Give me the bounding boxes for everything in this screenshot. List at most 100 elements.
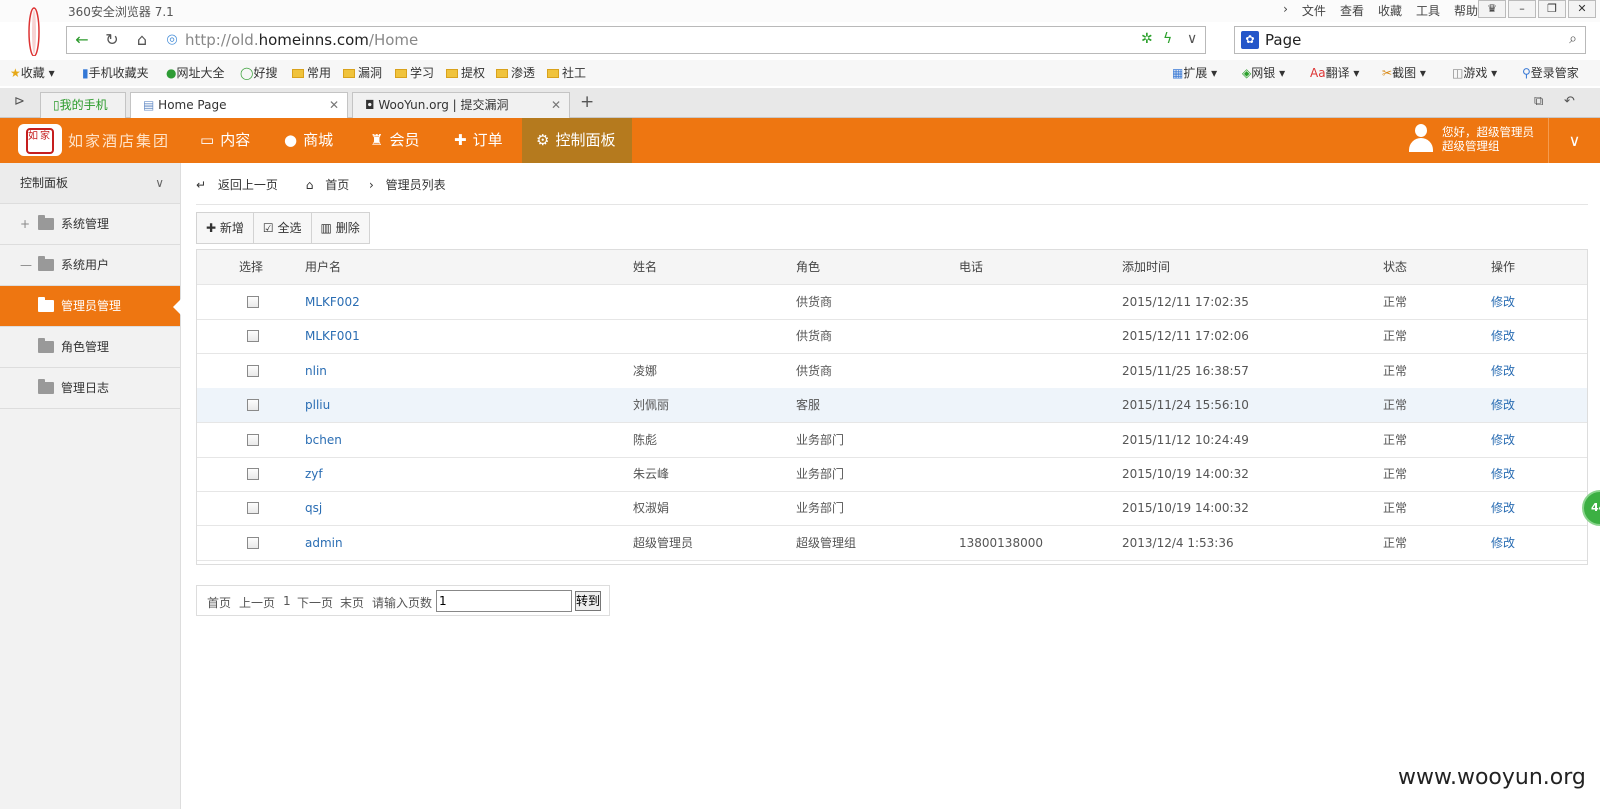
back-arrow-icon[interactable]: ← [67, 27, 97, 53]
table-row: MLKF002 供货商 2015/12/11 17:02:35 正常 修改 [197, 285, 1587, 320]
row-checkbox[interactable] [247, 330, 259, 343]
edit-link[interactable]: 修改 [1491, 423, 1515, 457]
edit-link[interactable]: 修改 [1491, 526, 1515, 560]
menu-file[interactable]: 文件 [1302, 2, 1326, 19]
speed-mode-icon[interactable]: ✲ [1141, 31, 1153, 47]
new-tab-icon[interactable]: + [580, 92, 594, 112]
restore-tabs-icon[interactable]: ⧉ [1534, 94, 1543, 109]
sidebar-item-role-management[interactable]: 角色管理 [0, 327, 180, 368]
bookmark-folder-social[interactable]: 社工 [547, 64, 586, 81]
home-icon[interactable]: ⌂ [127, 27, 157, 53]
nav-control-panel[interactable]: ⚙ 控制面板 [522, 118, 632, 163]
cell-username[interactable]: admin [305, 526, 343, 560]
maximize-button[interactable]: ❐ [1538, 0, 1566, 18]
tab-home-page[interactable]: ▤ Home Page ✕ [130, 92, 348, 119]
page-number-input[interactable] [436, 590, 572, 612]
edit-link[interactable]: 修改 [1491, 491, 1515, 525]
close-tab-icon[interactable]: ✕ [551, 93, 561, 117]
tab-my-phone[interactable]: ▯我的手机 [40, 92, 126, 118]
sidebar-item-admin-management[interactable]: 管理员管理 [0, 286, 181, 327]
row-checkbox[interactable] [247, 296, 259, 308]
nav-content[interactable]: ▭ 内容 [186, 118, 264, 163]
bookmark-favorites[interactable]: ★收藏 ▾ [10, 64, 55, 81]
cell-username[interactable]: MLKF001 [305, 319, 360, 353]
chevron-down-icon[interactable]: ∨ [1548, 118, 1600, 163]
lightning-icon[interactable]: ϟ [1163, 31, 1172, 47]
cell-role: 业务部门 [796, 501, 845, 516]
url-dropdown-icon[interactable]: ∨ [1187, 31, 1197, 47]
cell-username[interactable]: MLKF002 [305, 285, 360, 319]
bookmark-folder-privesc[interactable]: 提权 [446, 64, 485, 81]
cell-name: 朱云峰 [633, 467, 670, 481]
bookmark-folder-study[interactable]: 学习 [395, 64, 434, 81]
toolbar-screenshot[interactable]: ✂截图 ▾ [1382, 64, 1426, 81]
pager-prev[interactable]: 上一页 [239, 594, 275, 611]
refresh-icon[interactable]: ↻ [97, 27, 127, 53]
cell-username[interactable]: plliu [305, 388, 330, 422]
menu-expand-icon[interactable]: › [1283, 2, 1288, 19]
edit-link[interactable]: 修改 [1491, 319, 1515, 353]
toolbar-translate[interactable]: Aa翻译 ▾ [1310, 64, 1359, 81]
site-info-icon[interactable]: ◎ [157, 27, 187, 53]
go-button[interactable]: 转到 [575, 591, 601, 611]
cell-username[interactable]: nlin [305, 354, 327, 388]
pager-first[interactable]: 首页 [207, 594, 231, 611]
pager-next[interactable]: 下一页 [297, 594, 333, 611]
close-window-button[interactable]: ✕ [1568, 0, 1596, 18]
nav-orders[interactable]: ✚ 订单 [440, 118, 517, 163]
search-box[interactable]: ✿ Page ⌕ [1234, 26, 1586, 54]
bookmark-folder-vuln[interactable]: 漏洞 [343, 64, 382, 81]
row-checkbox[interactable] [247, 433, 259, 446]
folder-icon [547, 69, 559, 78]
toolbar-ebank[interactable]: ◈网银 ▾ [1242, 64, 1285, 81]
sidebar-item-system-users[interactable]: — 系统用户 [0, 245, 180, 286]
back-link[interactable]: ↵ 返回上一页 [196, 178, 286, 192]
cell-username[interactable]: zyf [305, 457, 323, 491]
menu-help[interactable]: 帮助 [1454, 2, 1478, 19]
search-input[interactable]: Page [1265, 31, 1301, 49]
bookmark-directory[interactable]: ●网址大全 [166, 64, 225, 81]
tab-wooyun[interactable]: ◘ WooYun.org | 提交漏洞 ✕ [352, 92, 570, 118]
breadcrumb-home[interactable]: ⌂ 首页 [306, 178, 357, 192]
url-input[interactable]: http://old.homeinns.com/Home [185, 31, 418, 49]
brand-logo[interactable]: 如家 如家酒店集团 [18, 124, 170, 156]
add-button[interactable]: ✚ 新增 [197, 213, 254, 243]
minimize-button[interactable]: – [1508, 0, 1536, 18]
select-all-button[interactable]: ☑ 全选 [254, 213, 312, 243]
menu-favorites[interactable]: 收藏 [1378, 2, 1402, 19]
row-checkbox[interactable] [247, 468, 259, 480]
sidebar-header[interactable]: 控制面板 ∨ [0, 163, 180, 204]
row-checkbox[interactable] [247, 536, 259, 549]
bookmark-folder-common[interactable]: 常用 [292, 64, 331, 81]
search-engine-icon[interactable]: ✿ [1241, 31, 1259, 49]
row-checkbox[interactable] [247, 399, 259, 412]
sidebar-item-system-management[interactable]: + 系统管理 [0, 204, 180, 245]
edit-link[interactable]: 修改 [1491, 457, 1515, 491]
menu-view[interactable]: 查看 [1340, 2, 1364, 19]
cell-username[interactable]: qsj [305, 491, 322, 525]
edit-link[interactable]: 修改 [1491, 285, 1515, 319]
skin-icon[interactable]: ♛ [1478, 0, 1506, 18]
bookmark-haosou[interactable]: ◯好搜 [240, 64, 277, 81]
edit-link[interactable]: 修改 [1491, 388, 1515, 422]
nav-mall[interactable]: ● 商城 [270, 118, 347, 163]
user-info[interactable]: 您好，超级管理员 超级管理组 [1408, 124, 1534, 154]
close-tab-icon[interactable]: ✕ [329, 93, 339, 117]
pager-last[interactable]: 末页 [340, 594, 364, 611]
undo-close-icon[interactable]: ↶ [1564, 94, 1575, 109]
row-checkbox[interactable] [247, 502, 259, 515]
bookmark-mobile[interactable]: ▮手机收藏夹 [82, 64, 149, 81]
sidebar-item-admin-log[interactable]: 管理日志 [0, 368, 180, 409]
menu-tools[interactable]: 工具 [1416, 2, 1440, 19]
cell-username[interactable]: bchen [305, 423, 342, 457]
toolbar-extensions[interactable]: ▦扩展 ▾ [1172, 64, 1217, 81]
search-icon[interactable]: ⌕ [1569, 31, 1577, 47]
delete-button[interactable]: ▥ 删除 [312, 213, 369, 243]
toolbar-games[interactable]: ◫游戏 ▾ [1452, 64, 1497, 81]
nav-members[interactable]: ♜ 会员 [356, 118, 433, 163]
edit-link[interactable]: 修改 [1491, 354, 1515, 388]
bookmark-folder-pentest[interactable]: 渗透 [496, 64, 535, 81]
row-checkbox[interactable] [247, 364, 259, 377]
toolbar-login-manager[interactable]: ⚲登录管家 [1522, 64, 1579, 81]
sidebar-toggle-icon[interactable]: ⊳ [14, 94, 25, 109]
